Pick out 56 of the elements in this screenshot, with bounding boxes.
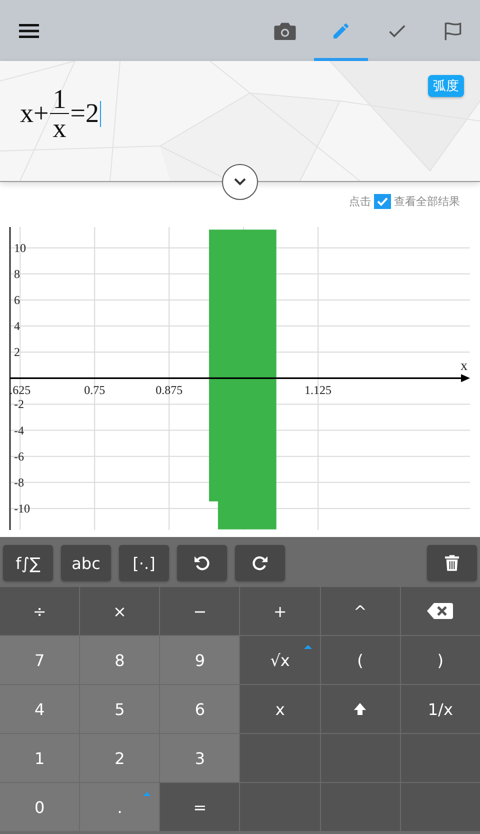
keyboard-key[interactable]: + (240, 587, 320, 635)
keyboard-key[interactable]: ^ (320, 587, 400, 635)
y-tick-label: 10 (14, 240, 26, 255)
y-tick-label: -10 (14, 502, 30, 516)
trash-icon (445, 555, 459, 571)
keyboard-key[interactable]: ( (320, 636, 400, 684)
keyboard-key[interactable]: ) (400, 636, 480, 684)
backspace-icon (427, 603, 454, 619)
y-tick-label: 4 (14, 319, 20, 334)
keyboard-key[interactable]: = (160, 783, 240, 831)
keyboard-key[interactable]: − (160, 587, 240, 635)
keyboard-mode-button[interactable]: f∫∑ (3, 545, 53, 581)
keyboard-mode-button[interactable]: [·.] (119, 545, 169, 581)
y-tick-label: 8 (14, 266, 20, 281)
keyboard-key[interactable]: 2 (80, 734, 160, 782)
keyboard-key[interactable]: 5 (80, 685, 160, 733)
axis-label: x (460, 359, 468, 374)
keyboard-key[interactable]: x (240, 685, 320, 733)
show-all-checkbox[interactable] (374, 194, 391, 208)
keyboard-key[interactable]: 3 (160, 734, 240, 782)
delete-all-button[interactable] (427, 545, 477, 581)
x-tick-label: 1.125 (304, 383, 332, 398)
keyboard-key[interactable]: ÷ (0, 587, 80, 635)
keyboard-key[interactable]: . (80, 783, 160, 831)
keyboard-key[interactable]: 1/x (400, 685, 480, 733)
flag-icon (442, 20, 464, 42)
keyboard-key[interactable]: 0 (0, 783, 80, 831)
arrow-up-icon (353, 702, 368, 716)
redo-button[interactable] (235, 545, 285, 581)
undo-button[interactable] (177, 545, 227, 581)
y-tick-label: 6 (14, 292, 20, 307)
camera-icon (274, 22, 296, 40)
pencil-icon (331, 20, 351, 40)
keyboard-key[interactable]: 4 (0, 685, 80, 733)
keyboard-key[interactable]: 1 (0, 734, 80, 782)
keyboard-key[interactable]: 6 (160, 685, 240, 733)
y-tick-label: 2 (14, 345, 20, 360)
show-all-hint: 点击 (349, 194, 371, 208)
x-tick-label: 0.75 (84, 383, 106, 398)
chevron-down-icon (234, 178, 246, 186)
keyboard-key[interactable] (400, 587, 480, 635)
x-tick-label: 0.875 (156, 383, 183, 398)
keyboard-key[interactable]: √x (240, 636, 320, 684)
keyboard-key[interactable]: 9 (160, 636, 240, 684)
x-tick-label: .625 (10, 383, 31, 398)
y-tick-label: -4 (14, 423, 24, 438)
show-all-label: 查看全部结果 (394, 194, 460, 208)
y-tick-label: -2 (14, 397, 24, 412)
keyboard-key[interactable]: 7 (0, 636, 80, 684)
y-tick-label: -6 (14, 449, 24, 464)
menu-icon[interactable] (19, 24, 39, 38)
expand-button[interactable] (222, 164, 258, 200)
keyboard-key[interactable]: × (80, 587, 160, 635)
keyboard-key[interactable]: 8 (80, 636, 160, 684)
y-tick-label: -8 (14, 475, 24, 490)
keyboard-mode-button[interactable]: abc (61, 545, 111, 581)
